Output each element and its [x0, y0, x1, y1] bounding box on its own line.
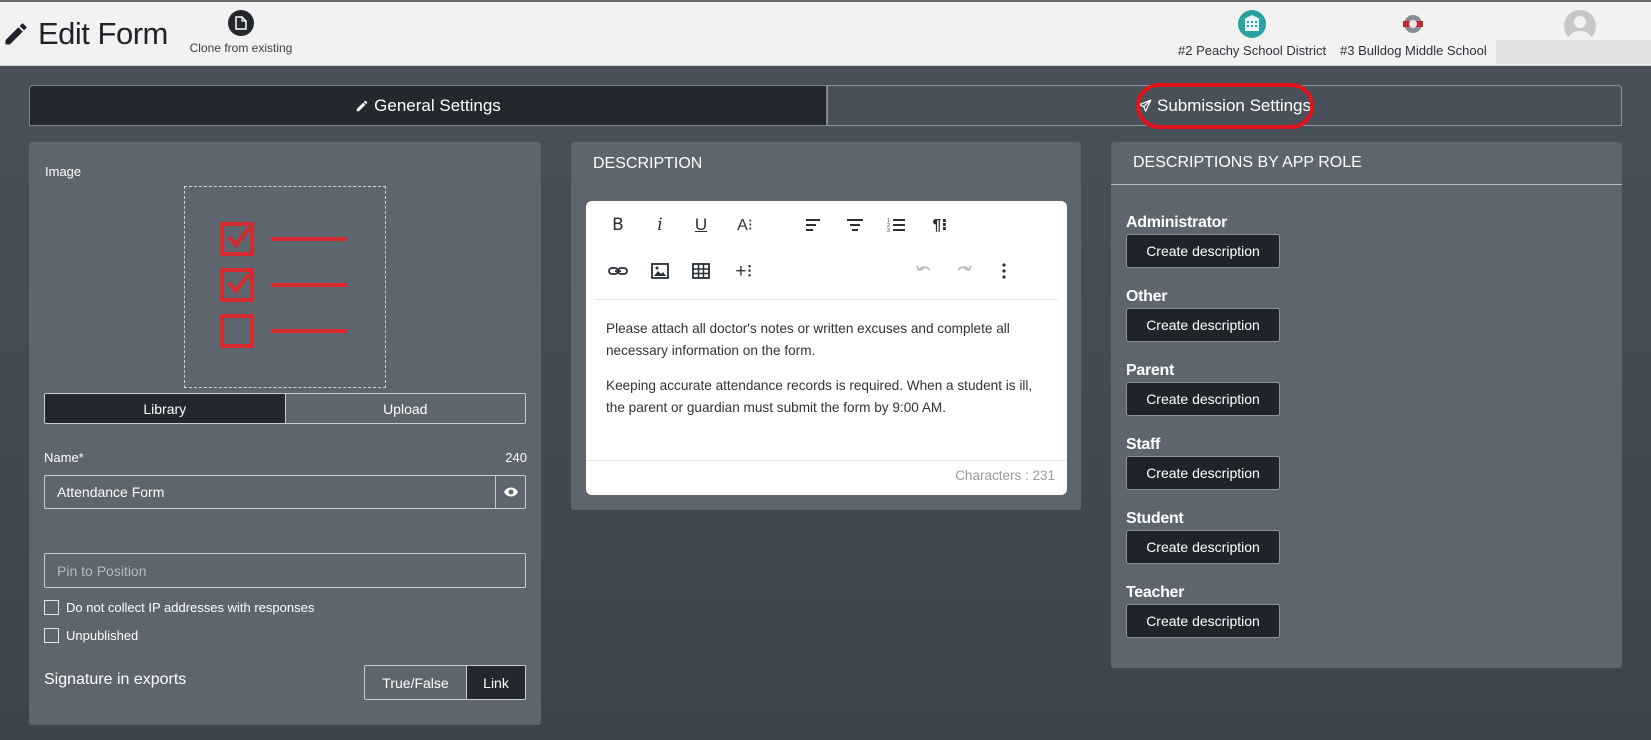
- name-char-count: 240: [505, 450, 527, 465]
- highlight-annotation: [1136, 83, 1314, 129]
- description-paragraph-2: Keeping accurate attendance records is r…: [606, 378, 1033, 415]
- unpublished-checkbox-row[interactable]: Unpublished: [44, 628, 138, 643]
- tab-general-settings[interactable]: General Settings: [29, 85, 827, 126]
- true-false-button[interactable]: True/False: [365, 666, 466, 699]
- description-paragraph-1: Please attach all doctor's notes or writ…: [606, 321, 1010, 358]
- pin-to-position-input[interactable]: Pin to Position: [44, 553, 526, 588]
- image-icon[interactable]: [647, 258, 673, 284]
- role-name: Student: [1126, 510, 1184, 527]
- create-description-button[interactable]: Create description: [1126, 604, 1280, 638]
- role-parent: Parent Create description: [1126, 362, 1280, 416]
- redo-icon[interactable]: [951, 258, 977, 284]
- role-other: Other Create description: [1126, 288, 1280, 342]
- signature-toggle: True/False Link: [364, 665, 526, 700]
- library-button[interactable]: Library: [45, 394, 285, 423]
- tab-general-label: General Settings: [374, 95, 501, 115]
- user-menu[interactable]: [1496, 2, 1651, 64]
- checklist-icon: [220, 222, 347, 348]
- italic-icon[interactable]: i: [647, 212, 673, 238]
- rich-text-editor[interactable]: B i U A⁝ 123 ¶⁝ +⁝ Please attach all doc…: [586, 201, 1067, 495]
- align-left-icon[interactable]: [800, 212, 826, 238]
- no-ip-checkbox[interactable]: [44, 600, 59, 615]
- role-descriptions-heading: DESCRIPTIONS BY APP ROLE: [1111, 142, 1622, 185]
- upload-button[interactable]: Upload: [284, 394, 526, 423]
- no-ip-checkbox-row[interactable]: Do not collect IP addresses with respons…: [44, 600, 314, 615]
- pencil-icon: [5, 23, 27, 45]
- paragraph-icon[interactable]: ¶⁝: [924, 212, 956, 238]
- school-label: #3 Bulldog Middle School: [1340, 43, 1487, 58]
- page-title: Edit Form: [38, 16, 168, 51]
- name-input[interactable]: Attendance Form: [45, 476, 495, 508]
- unpublished-label: Unpublished: [66, 628, 139, 643]
- description-panel: DESCRIPTION B i U A⁝ 123 ¶⁝ +⁝ Please at…: [571, 142, 1081, 510]
- link-button[interactable]: Link: [466, 666, 525, 699]
- name-field[interactable]: Attendance Form: [44, 475, 526, 509]
- role-student: Student Create description: [1126, 510, 1280, 564]
- editor-content[interactable]: Please attach all doctor's notes or writ…: [606, 318, 1046, 432]
- create-description-button[interactable]: Create description: [1126, 382, 1280, 416]
- pencil-icon: [356, 100, 368, 111]
- page-title-group: Edit Form: [2, 16, 168, 52]
- create-description-button[interactable]: Create description: [1126, 456, 1280, 490]
- district-switcher[interactable]: #2 Peachy School District: [1178, 10, 1326, 58]
- more-options-icon[interactable]: [991, 258, 1017, 284]
- eye-icon[interactable]: [495, 476, 525, 508]
- image-label: Image: [45, 164, 82, 179]
- insert-more-icon[interactable]: +⁝: [728, 258, 760, 284]
- district-logo-icon: [1238, 10, 1267, 38]
- role-name: Teacher: [1126, 584, 1185, 601]
- toolbar-divider: [595, 299, 1058, 300]
- svg-text:3: 3: [887, 228, 890, 234]
- undo-icon[interactable]: [911, 258, 937, 284]
- role-name: Administrator: [1126, 214, 1227, 231]
- role-name: Other: [1126, 288, 1168, 305]
- role-descriptions-panel: DESCRIPTIONS BY APP ROLE Administrator C…: [1111, 142, 1622, 668]
- description-heading: DESCRIPTION: [593, 154, 703, 172]
- signature-label: Signature in exports: [44, 671, 187, 688]
- form-image-preview[interactable]: [184, 186, 386, 388]
- create-description-button[interactable]: Create description: [1126, 234, 1280, 268]
- no-ip-label: Do not collect IP addresses with respons…: [66, 600, 315, 615]
- school-logo-icon: [1399, 10, 1428, 38]
- ordered-list-icon[interactable]: 123: [883, 212, 909, 238]
- name-label: Name*: [44, 450, 84, 465]
- user-name-placeholder: [1496, 40, 1651, 64]
- top-header: Edit Form Clone from existing #2 Peachy …: [0, 0, 1651, 66]
- create-description-button[interactable]: Create description: [1126, 308, 1280, 342]
- create-description-button[interactable]: Create description: [1126, 530, 1280, 564]
- role-administrator: Administrator Create description: [1126, 214, 1280, 268]
- bold-icon[interactable]: B: [605, 212, 631, 238]
- district-label: #2 Peachy School District: [1178, 43, 1327, 58]
- avatar: [1564, 10, 1596, 42]
- table-icon[interactable]: [688, 258, 714, 284]
- editor-footer-divider: [586, 460, 1067, 461]
- image-source-toggle: Library Upload: [44, 393, 526, 424]
- document-icon: [228, 10, 254, 36]
- clone-from-existing-button[interactable]: Clone from existing: [186, 10, 296, 55]
- unpublished-checkbox[interactable]: [44, 628, 59, 643]
- role-name: Staff: [1126, 436, 1161, 453]
- clone-label: Clone from existing: [189, 41, 293, 55]
- align-center-icon[interactable]: [842, 212, 868, 238]
- general-settings-panel: Image Library Upload Name* 240 Attendanc…: [29, 142, 541, 725]
- underline-icon[interactable]: U: [688, 212, 714, 238]
- role-teacher: Teacher Create description: [1126, 584, 1280, 638]
- link-icon[interactable]: [605, 258, 631, 284]
- role-staff: Staff Create description: [1126, 436, 1280, 490]
- role-name: Parent: [1126, 362, 1174, 379]
- font-size-icon[interactable]: A⁝: [729, 212, 761, 238]
- character-count: Characters : 231: [955, 468, 1055, 483]
- school-switcher[interactable]: #3 Bulldog Middle School: [1340, 10, 1487, 58]
